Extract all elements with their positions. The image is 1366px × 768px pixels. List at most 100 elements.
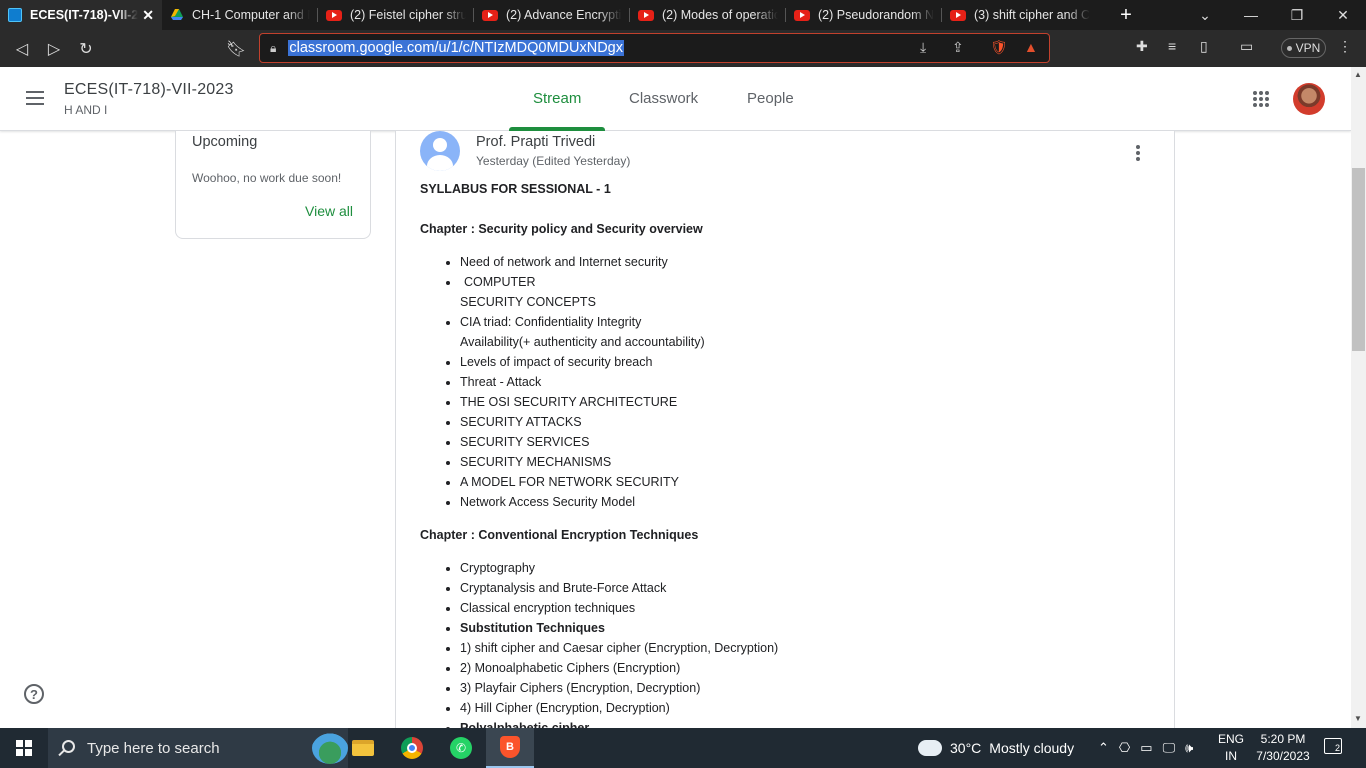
list-item: 3) Playfair Ciphers (Encryption, Decrypt… [460, 678, 1150, 698]
tab-title: (2) Pseudorandom Number [818, 8, 934, 22]
restore-button[interactable]: ❐ [1274, 0, 1320, 30]
list-item: Substitution Techniques [460, 618, 1150, 638]
browser-tab-youtube-4[interactable]: (2) Pseudorandom Number [786, 0, 942, 30]
view-all-link[interactable]: View all [305, 203, 353, 219]
post-body: SYLLABUS FOR SESSIONAL - 1 Chapter : Sec… [420, 179, 1150, 728]
scroll-down-icon[interactable]: ▼ [1354, 714, 1362, 723]
list-item: 2) Monoalphabetic Ciphers (Encryption) [460, 658, 1150, 678]
brave-button[interactable]: B [486, 728, 534, 768]
youtube-icon [326, 9, 342, 21]
back-button[interactable]: ◁ [6, 33, 38, 65]
forward-button[interactable]: ▷ [38, 33, 70, 65]
taskbar-clock[interactable]: 5:20 PM 7/30/2023 [1250, 731, 1316, 765]
list-item: Threat - Attack [460, 372, 1150, 392]
address-bar[interactable]: 🔒︎ classroom.google.com/u/1/c/NTIzMDQ0MD… [259, 33, 1050, 63]
tab-title: (2) Feistel cipher structure [350, 8, 466, 22]
post-heading: SYLLABUS FOR SESSIONAL - 1 [420, 182, 611, 196]
list-item-text: Availability(+ authenticity and accounta… [460, 335, 705, 349]
close-window-button[interactable]: ✕ [1320, 0, 1366, 30]
class-title[interactable]: ECES(IT-718)-VII-2023 [64, 81, 234, 99]
tab-search-chevron-icon[interactable]: ⌄ [1182, 0, 1228, 30]
language-indicator[interactable]: ENG IN [1218, 731, 1244, 765]
youtube-icon [638, 9, 654, 21]
browser-tab-youtube-3[interactable]: (2) Modes of operation [630, 0, 786, 30]
tab-classwork[interactable]: Classwork [629, 90, 698, 107]
scrollbar-thumb[interactable] [1352, 168, 1365, 351]
google-apps-icon[interactable] [1253, 91, 1269, 107]
announcement-post: Prof. Prapti Trivedi Yesterday (Edited Y… [395, 131, 1175, 728]
minimize-button[interactable]: — [1228, 0, 1274, 30]
list-item-text: COMPUTER [464, 275, 536, 289]
tab-strip: ECES(IT-718)-VII-2023 ✕ CH-1 Computer an… [0, 0, 1366, 30]
chapter-heading: Chapter : Security policy and Security o… [420, 222, 703, 236]
list-item-text: SECURITY CONCEPTS [460, 295, 596, 309]
youtube-icon [794, 9, 810, 21]
start-button[interactable] [0, 728, 48, 768]
upcoming-message: Woohoo, no work due soon! [192, 171, 342, 185]
list-item: THE OSI SECURITY ARCHITECTURE [460, 392, 1150, 412]
youtube-icon [482, 9, 498, 21]
network-icon[interactable]: 🖵︎ [1163, 740, 1176, 756]
browser-tab-youtube-1[interactable]: (2) Feistel cipher structure [318, 0, 474, 30]
tab-title: CH-1 Computer and Network Security [192, 8, 310, 22]
notification-count: 2 [1334, 743, 1340, 753]
browser-tab-youtube-2[interactable]: (2) Advance Encryption Standard [474, 0, 630, 30]
battery-icon[interactable]: ▭ [1140, 740, 1152, 756]
close-icon[interactable]: ✕ [142, 7, 154, 24]
brave-shields-icon[interactable]: 🛡︎ [990, 39, 1008, 56]
share-icon[interactable]: ⇪ [952, 39, 964, 56]
tab-title: (2) Modes of operation [662, 8, 778, 22]
drive-icon [171, 9, 183, 20]
vpn-button[interactable]: VPN [1281, 38, 1326, 58]
help-icon[interactable]: ? [24, 684, 44, 704]
post-time: Yesterday (Edited Yesterday) [476, 154, 631, 168]
bookmark-icon[interactable]: 🔖︎ [220, 33, 252, 65]
file-explorer-button[interactable] [339, 728, 387, 768]
vpn-status-dot [1286, 45, 1292, 51]
url-text[interactable]: classroom.google.com/u/1/c/NTIzMDQ0MDUxN… [288, 40, 624, 56]
menu-icon[interactable]: ⋮ [1338, 38, 1352, 55]
system-tray: ⌃ ⎔ ▭ 🖵︎ 🕪︎ [1098, 728, 1193, 768]
taskbar-search[interactable]: Type here to search [48, 728, 348, 768]
notification-center-icon[interactable]: 2 [1324, 738, 1342, 754]
main-menu-icon[interactable] [26, 91, 44, 109]
reload-button[interactable]: ↻ [70, 33, 102, 65]
list-item: SECURITY MECHANISMS [460, 452, 1150, 472]
brave-rewards-icon[interactable]: ▲ [1024, 39, 1038, 55]
volume-icon[interactable]: 🕪︎ [1185, 740, 1193, 756]
tab-people[interactable]: People [747, 90, 794, 107]
weather-text: Mostly cloudy [989, 740, 1075, 756]
list-item: Polyalphabetic cipher [460, 718, 1150, 728]
list-item: CIA triad: Confidentiality Integrity Avai… [460, 312, 1150, 352]
wallet-icon[interactable]: ▭ [1240, 38, 1253, 55]
sidebar-icon[interactable]: ▯ [1200, 38, 1208, 55]
tab-title: ECES(IT-718)-VII-2023 [30, 8, 139, 22]
classroom-header: ECES(IT-718)-VII-2023 H AND I Stream Cla… [0, 67, 1351, 131]
cloudy-weather-icon [918, 734, 942, 756]
playlist-icon[interactable]: ≡ [1168, 38, 1176, 54]
list-item: SECURITY SERVICES [460, 432, 1150, 452]
lock-icon: 🔒︎ [270, 40, 277, 55]
weather-widget[interactable]: 30°C Mostly cloudy [918, 728, 1074, 768]
meet-now-icon[interactable]: ⎔ [1119, 740, 1130, 756]
avatar[interactable] [1293, 83, 1325, 115]
post-author: Prof. Prapti Trivedi [476, 134, 596, 150]
page-scrollbar[interactable] [1351, 67, 1366, 728]
show-hidden-icons-icon[interactable]: ⌃ [1098, 740, 1109, 756]
tab-stream[interactable]: Stream [533, 90, 581, 107]
new-tab-button[interactable]: + [1114, 4, 1138, 27]
list-item: 4) Hill Cipher (Encryption, Decryption) [460, 698, 1150, 718]
upcoming-card: Upcoming Woohoo, no work due soon! View … [175, 131, 371, 239]
more-options-icon[interactable] [1136, 145, 1140, 163]
list-item: SECURITY ATTACKS [460, 412, 1150, 432]
browser-tab-youtube-5[interactable]: (3) shift cipher and Caesar [942, 0, 1098, 30]
install-icon[interactable]: ⤓ [920, 39, 926, 56]
extensions-icon[interactable]: ✚ [1136, 38, 1148, 55]
class-section: H AND I [64, 103, 108, 117]
browser-tab-classroom[interactable]: ECES(IT-718)-VII-2023 ✕ [0, 0, 162, 30]
chrome-button[interactable] [388, 728, 436, 768]
whatsapp-button[interactable]: ✆ [437, 728, 485, 768]
browser-tab-drive[interactable]: CH-1 Computer and Network Security [162, 0, 318, 30]
folder-icon [352, 740, 374, 756]
scroll-up-icon[interactable]: ▲ [1354, 70, 1362, 79]
